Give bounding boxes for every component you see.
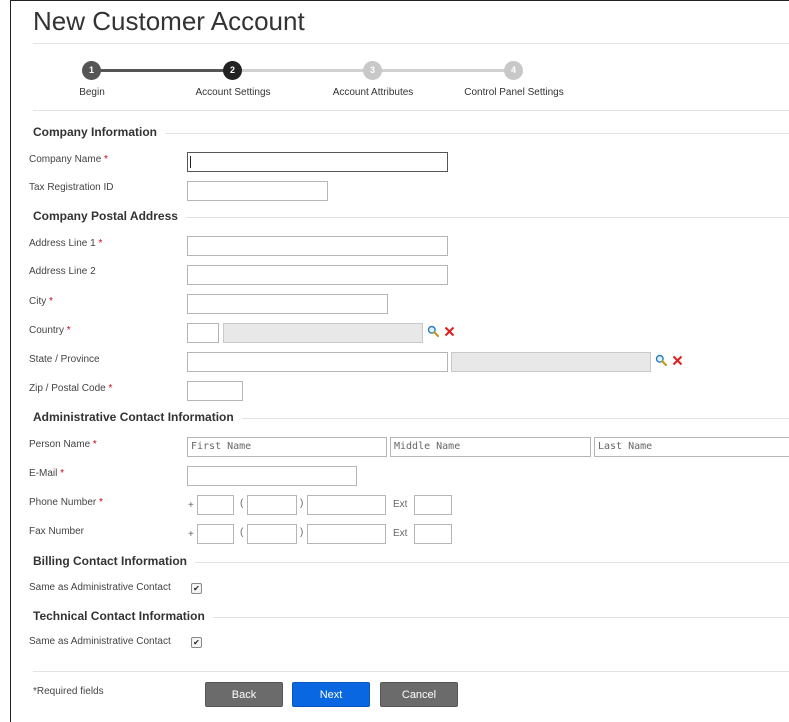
country-name-display xyxy=(223,323,423,343)
section-technical-contact: Technical Contact Information xyxy=(33,609,213,623)
zip-input[interactable] xyxy=(187,381,243,401)
phone-close-paren: ) xyxy=(300,498,304,509)
phone-plus-symbol: + xyxy=(188,500,194,511)
section-billing-contact: Billing Contact Information xyxy=(33,554,195,568)
wizard-step-1-label: Begin xyxy=(79,87,105,98)
state-search-icon[interactable] xyxy=(655,354,667,366)
email-input[interactable] xyxy=(187,466,357,486)
fax-ext-label: Ext xyxy=(393,528,408,539)
section-company-info: Company Information xyxy=(33,125,166,139)
title-divider xyxy=(33,43,789,44)
country-clear-icon[interactable] xyxy=(444,326,455,337)
section-postal-address: Company Postal Address xyxy=(33,209,186,223)
required-fields-note: *Required fields xyxy=(33,686,104,697)
fax-close-paren: ) xyxy=(300,527,304,538)
state-clear-icon[interactable] xyxy=(672,355,683,366)
company-name-label: Company Name * xyxy=(29,154,108,165)
phone-area-code-input[interactable] xyxy=(247,495,297,515)
address2-label: Address Line 2 xyxy=(29,266,96,277)
back-button[interactable]: Back xyxy=(205,682,283,707)
state-name-display xyxy=(451,352,651,372)
zip-label: Zip / Postal Code * xyxy=(29,383,113,394)
state-code-input[interactable] xyxy=(187,352,448,372)
wizard-step-2-label: Account Settings xyxy=(195,87,271,98)
country-label: Country * xyxy=(29,325,71,336)
person-name-label: Person Name * xyxy=(29,439,97,450)
footer-divider xyxy=(33,671,789,672)
middle-name-input[interactable]: Middle Name xyxy=(390,437,591,457)
fax-plus-symbol: + xyxy=(188,529,194,540)
fax-label: Fax Number xyxy=(29,526,85,537)
wizard-step-1-dot: 1 xyxy=(82,61,101,80)
city-input[interactable] xyxy=(187,294,388,314)
wizard-step-3-label: Account Attributes xyxy=(332,87,414,98)
last-name-input[interactable]: Last Name xyxy=(594,437,789,457)
wizard-divider xyxy=(33,110,789,111)
company-name-input[interactable] xyxy=(187,152,448,172)
tax-id-input[interactable] xyxy=(187,181,328,201)
page-title: New Customer Account xyxy=(33,6,305,36)
address2-input[interactable] xyxy=(187,265,448,285)
fax-country-code-input[interactable] xyxy=(197,524,234,544)
address1-input[interactable] xyxy=(187,236,448,256)
technical-same-label: Same as Administrative Contact xyxy=(29,636,171,647)
phone-ext-label: Ext xyxy=(393,499,408,510)
wizard-step-3-dot: 3 xyxy=(363,61,382,80)
technical-same-checkbox[interactable]: ✔ xyxy=(191,637,202,648)
phone-ext-input[interactable] xyxy=(414,495,452,515)
text-cursor xyxy=(190,156,191,168)
next-button[interactable]: Next xyxy=(292,682,370,707)
wizard-step-2-dot: 2 xyxy=(223,61,242,80)
fax-ext-input[interactable] xyxy=(414,524,452,544)
tax-id-label: Tax Registration ID xyxy=(29,182,114,193)
wizard-step-4-label: Control Panel Settings xyxy=(464,87,564,98)
wizard-progress-complete xyxy=(92,69,233,72)
fax-open-paren: ( xyxy=(240,527,244,538)
wizard-step-4-dot: 4 xyxy=(504,61,523,80)
phone-country-code-input[interactable] xyxy=(197,495,234,515)
billing-same-label: Same as Administrative Contact xyxy=(29,582,171,593)
state-label: State / Province xyxy=(29,354,100,365)
country-code-input[interactable] xyxy=(187,323,219,343)
section-admin-contact: Administrative Contact Information xyxy=(33,410,242,424)
first-name-input[interactable]: First Name xyxy=(187,437,387,457)
phone-open-paren: ( xyxy=(240,498,244,509)
phone-number-input[interactable] xyxy=(307,495,386,515)
email-label: E-Mail * xyxy=(29,468,65,479)
cancel-button[interactable]: Cancel xyxy=(380,682,458,707)
city-label: City * xyxy=(29,296,53,307)
fax-area-code-input[interactable] xyxy=(247,524,297,544)
fax-number-input[interactable] xyxy=(307,524,386,544)
address1-label: Address Line 1 * xyxy=(29,238,103,249)
phone-label: Phone Number * xyxy=(29,497,103,508)
billing-same-checkbox[interactable]: ✔ xyxy=(191,583,202,594)
country-search-icon[interactable] xyxy=(427,325,439,337)
